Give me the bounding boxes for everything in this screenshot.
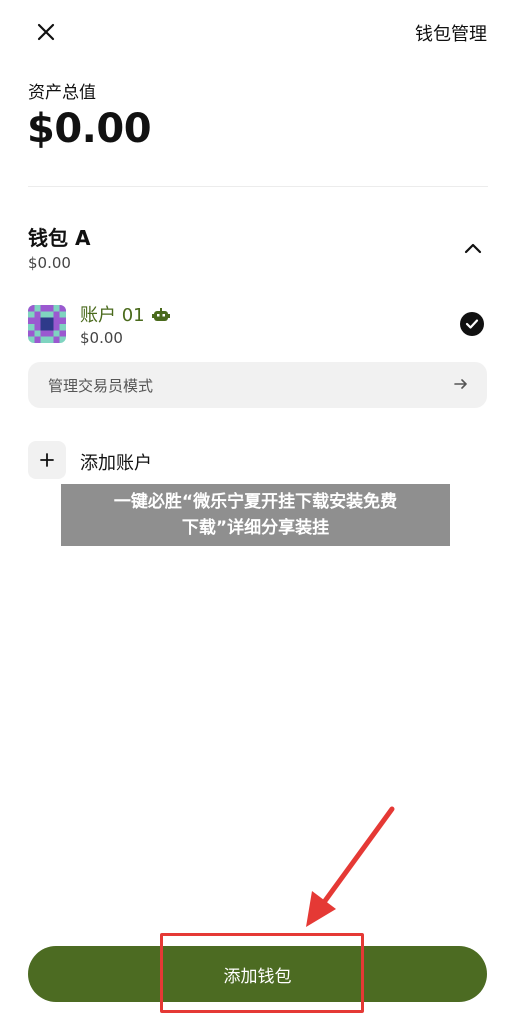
- plus-icon: [40, 453, 54, 467]
- overlay-banner: 一键必胜“微乐宁夏开挂下载安装免费 下载”详细分享装挂: [61, 484, 450, 546]
- total-assets-value: $0.00: [27, 106, 152, 152]
- wallet-name: 钱包 A: [28, 226, 91, 250]
- annotation-arrow-icon: [306, 806, 395, 927]
- overlay-banner-line2: 下载”详细分享装挂: [181, 518, 330, 538]
- check-circle-icon: [460, 312, 484, 336]
- trader-mode-label: 管理交易员模式: [48, 377, 154, 395]
- account-balance: $0.00: [80, 329, 123, 347]
- account-avatar: [28, 305, 66, 343]
- total-assets-label: 资产总值: [28, 83, 96, 103]
- divider: [28, 186, 488, 187]
- add-account-button[interactable]: [28, 441, 66, 479]
- close-icon: [37, 23, 55, 41]
- wallet-balance: $0.00: [28, 254, 71, 272]
- account-name: 账户 01: [80, 305, 145, 326]
- add-account-label[interactable]: 添加账户: [80, 449, 152, 475]
- trader-mode-button[interactable]: 管理交易员模式: [28, 362, 487, 408]
- wallet-collapse-button[interactable]: [458, 233, 488, 263]
- chevron-up-icon: [464, 243, 482, 254]
- wallet-manage-link[interactable]: 钱包管理: [415, 20, 487, 46]
- annotation-highlight-box: [160, 933, 364, 1013]
- overlay-banner-line1: 一键必胜“微乐宁夏开挂下载安装免费: [113, 492, 398, 512]
- close-button[interactable]: [30, 16, 62, 48]
- bot-icon: [152, 307, 170, 326]
- arrow-right-icon: [453, 376, 469, 396]
- account-row[interactable]: 账户 01 $0.00: [28, 300, 488, 350]
